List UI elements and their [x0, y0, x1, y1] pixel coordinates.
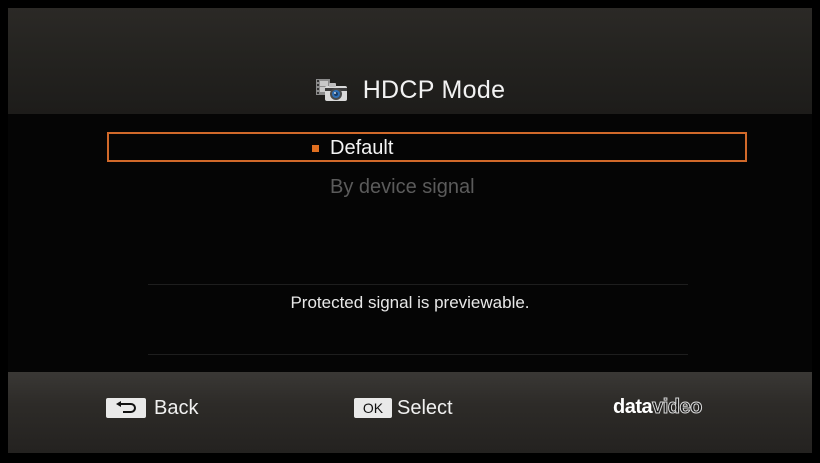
datavideo-logo: data video: [613, 396, 703, 420]
footer-bar: Back OK Select data video: [8, 372, 812, 453]
option-default-label: Default: [330, 136, 394, 159]
option-by-device-signal[interactable]: By device signal: [330, 176, 475, 200]
back-label: Back: [154, 396, 199, 419]
header-title-group: HDCP Mode: [8, 70, 812, 110]
option-default[interactable]: Default: [107, 132, 747, 162]
ok-key-icon: OK: [354, 398, 392, 418]
logo-text-video: video: [652, 396, 703, 419]
return-arrow-icon: [106, 398, 146, 418]
option-default-content: Default: [312, 136, 393, 160]
divider: [148, 284, 688, 285]
menu-body: Default By device signal Protected signa…: [8, 114, 812, 372]
select-label: Select: [397, 396, 453, 419]
option-description: Protected signal is previewable.: [290, 293, 530, 312]
camera-film-icon: [315, 79, 347, 101]
hdcp-mode-screen: HDCP Mode Default By device signal Prote…: [0, 0, 820, 463]
page-title: HDCP Mode: [362, 75, 506, 104]
selected-bullet-icon: [312, 144, 319, 152]
divider: [148, 354, 688, 355]
logo-text-data: data: [613, 396, 653, 418]
header-bar: HDCP Mode: [8, 8, 812, 115]
select-button[interactable]: OK Select: [354, 397, 453, 419]
back-button[interactable]: Back: [106, 397, 198, 419]
